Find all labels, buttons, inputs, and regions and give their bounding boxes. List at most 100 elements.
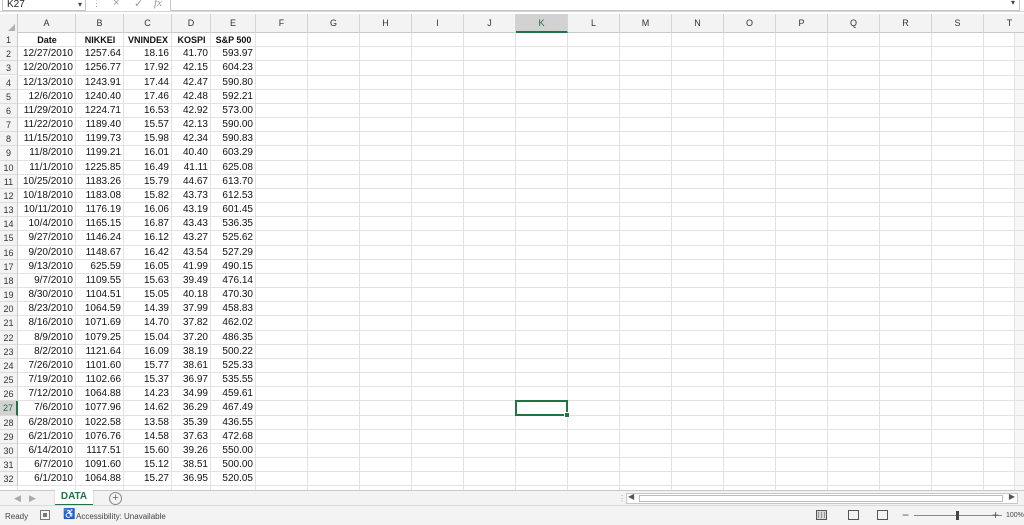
column-header-m[interactable]: M (620, 14, 672, 33)
date-cell[interactable]: 7/26/2010 (18, 359, 74, 373)
date-cell[interactable]: 11/22/2010 (18, 118, 73, 132)
date-cell[interactable]: 7/12/2010 (18, 387, 74, 401)
row-header-26[interactable]: 26 (0, 387, 18, 402)
value-cell[interactable]: 16.49 (124, 161, 169, 175)
value-cell[interactable]: 1101.60 (76, 359, 121, 373)
date-cell[interactable]: 7/19/2010 (18, 373, 74, 387)
value-cell[interactable]: 1064.88 (76, 387, 121, 401)
date-cell[interactable]: 10/4/2010 (18, 217, 74, 231)
value-cell[interactable]: 1256.77 (76, 61, 121, 75)
value-cell[interactable]: 590.80 (211, 76, 253, 90)
value-cell[interactable]: 1071.69 (76, 316, 121, 330)
value-cell[interactable]: 17.92 (124, 61, 169, 75)
date-cell[interactable]: 10/11/2010 (18, 203, 73, 217)
date-cell[interactable]: 6/21/2010 (18, 430, 74, 444)
value-cell[interactable]: 459.61 (211, 387, 253, 401)
row-header-28[interactable]: 28 (0, 415, 18, 430)
column-header-s[interactable]: S (932, 14, 984, 33)
row-header-12[interactable]: 12 (0, 188, 18, 204)
row-header-9[interactable]: 9 (0, 146, 18, 161)
row-header-2[interactable]: 2 (0, 47, 18, 62)
value-cell[interactable]: 525.33 (211, 359, 253, 373)
value-cell[interactable]: 43.73 (172, 189, 208, 203)
value-cell[interactable]: 17.44 (124, 76, 169, 90)
value-cell[interactable]: 16.87 (124, 217, 169, 231)
zoom-in-button[interactable]: + (992, 508, 999, 522)
column-header-i[interactable]: I (412, 14, 464, 33)
value-cell[interactable]: 40.40 (172, 146, 208, 160)
date-cell[interactable]: 6/1/2010 (18, 472, 73, 486)
column-header-d[interactable]: D (172, 14, 211, 33)
zoom-level[interactable]: 100% (1006, 512, 1024, 519)
value-cell[interactable]: 43.27 (172, 231, 208, 245)
value-cell[interactable]: 39.26 (172, 444, 208, 458)
value-cell[interactable]: 42.48 (172, 90, 208, 104)
date-cell[interactable]: 9/7/2010 (18, 274, 73, 288)
value-cell[interactable]: 16.05 (124, 260, 169, 274)
value-cell[interactable]: 470.30 (211, 288, 253, 302)
value-cell[interactable]: 14.39 (124, 302, 169, 316)
value-cell[interactable]: 43.54 (172, 246, 208, 260)
date-cell[interactable]: 11/1/2010 (18, 161, 73, 175)
zoom-slider-thumb[interactable] (956, 511, 959, 520)
date-cell[interactable]: 6/28/2010 (18, 416, 74, 430)
value-cell[interactable]: 14.58 (124, 430, 169, 444)
value-cell[interactable]: 37.99 (172, 302, 208, 316)
row-header-20[interactable]: 20 (0, 302, 18, 317)
value-cell[interactable]: 36.97 (172, 373, 208, 387)
value-cell[interactable]: 1183.26 (76, 175, 121, 189)
row-header-22[interactable]: 22 (0, 330, 18, 345)
name-box[interactable]: K27 ▾ (2, 0, 86, 11)
date-cell[interactable]: 12/6/2010 (18, 90, 74, 104)
page-break-preview-icon[interactable] (877, 510, 888, 520)
header-cell[interactable]: S&P 500 (211, 33, 256, 47)
value-cell[interactable]: 38.19 (172, 345, 208, 359)
date-cell[interactable]: 9/20/2010 (18, 246, 74, 260)
value-cell[interactable]: 527.29 (211, 246, 253, 260)
value-cell[interactable]: 1146.24 (76, 231, 121, 245)
value-cell[interactable]: 612.53 (211, 189, 253, 203)
value-cell[interactable]: 15.60 (124, 444, 169, 458)
value-cell[interactable]: 625.59 (76, 260, 121, 274)
expand-formula-bar-icon[interactable]: ▾ (1011, 0, 1015, 7)
row-header-30[interactable]: 30 (0, 443, 18, 459)
row-header-7[interactable]: 7 (0, 118, 18, 133)
row-header-32[interactable]: 32 (0, 472, 18, 487)
row-header-29[interactable]: 29 (0, 429, 18, 444)
row-header-1[interactable]: 1 (0, 33, 18, 48)
prev-sheet-icon[interactable]: ◀ (14, 491, 21, 506)
value-cell[interactable]: 604.23 (211, 61, 253, 75)
row-header-15[interactable]: 15 (0, 231, 18, 246)
value-cell[interactable]: 15.79 (124, 175, 169, 189)
next-sheet-icon[interactable]: ▶ (29, 491, 36, 506)
value-cell[interactable]: 601.45 (211, 203, 253, 217)
value-cell[interactable]: 1199.21 (76, 146, 121, 160)
value-cell[interactable]: 42.34 (172, 132, 208, 146)
value-cell[interactable]: 590.83 (211, 132, 253, 146)
row-header-3[interactable]: 3 (0, 61, 18, 76)
value-cell[interactable]: 1148.67 (76, 246, 121, 260)
value-cell[interactable]: 15.63 (124, 274, 169, 288)
add-sheet-button[interactable]: + (109, 492, 122, 505)
date-cell[interactable]: 10/18/2010 (18, 189, 73, 203)
value-cell[interactable]: 13.58 (124, 416, 169, 430)
value-cell[interactable]: 1109.55 (76, 274, 121, 288)
column-header-f[interactable]: F (256, 14, 308, 33)
value-cell[interactable]: 1243.91 (76, 76, 121, 90)
value-cell[interactable]: 16.09 (124, 345, 169, 359)
value-cell[interactable]: 1199.73 (76, 132, 121, 146)
value-cell[interactable]: 462.02 (211, 316, 253, 330)
value-cell[interactable]: 1189.40 (76, 118, 121, 132)
value-cell[interactable]: 535.55 (211, 373, 253, 387)
value-cell[interactable]: 592.21 (211, 90, 253, 104)
value-cell[interactable]: 1022.58 (76, 416, 121, 430)
column-header-k[interactable]: K (516, 14, 568, 33)
date-cell[interactable]: 6/14/2010 (18, 444, 74, 458)
value-cell[interactable]: 38.61 (172, 359, 208, 373)
row-header-13[interactable]: 13 (0, 203, 18, 218)
value-cell[interactable]: 15.04 (124, 331, 169, 345)
value-cell[interactable]: 590.00 (211, 118, 253, 132)
column-header-p[interactable]: P (776, 14, 828, 33)
horizontal-scrollbar[interactable]: ◀ ▶ (626, 492, 1018, 504)
value-cell[interactable]: 486.35 (211, 331, 253, 345)
